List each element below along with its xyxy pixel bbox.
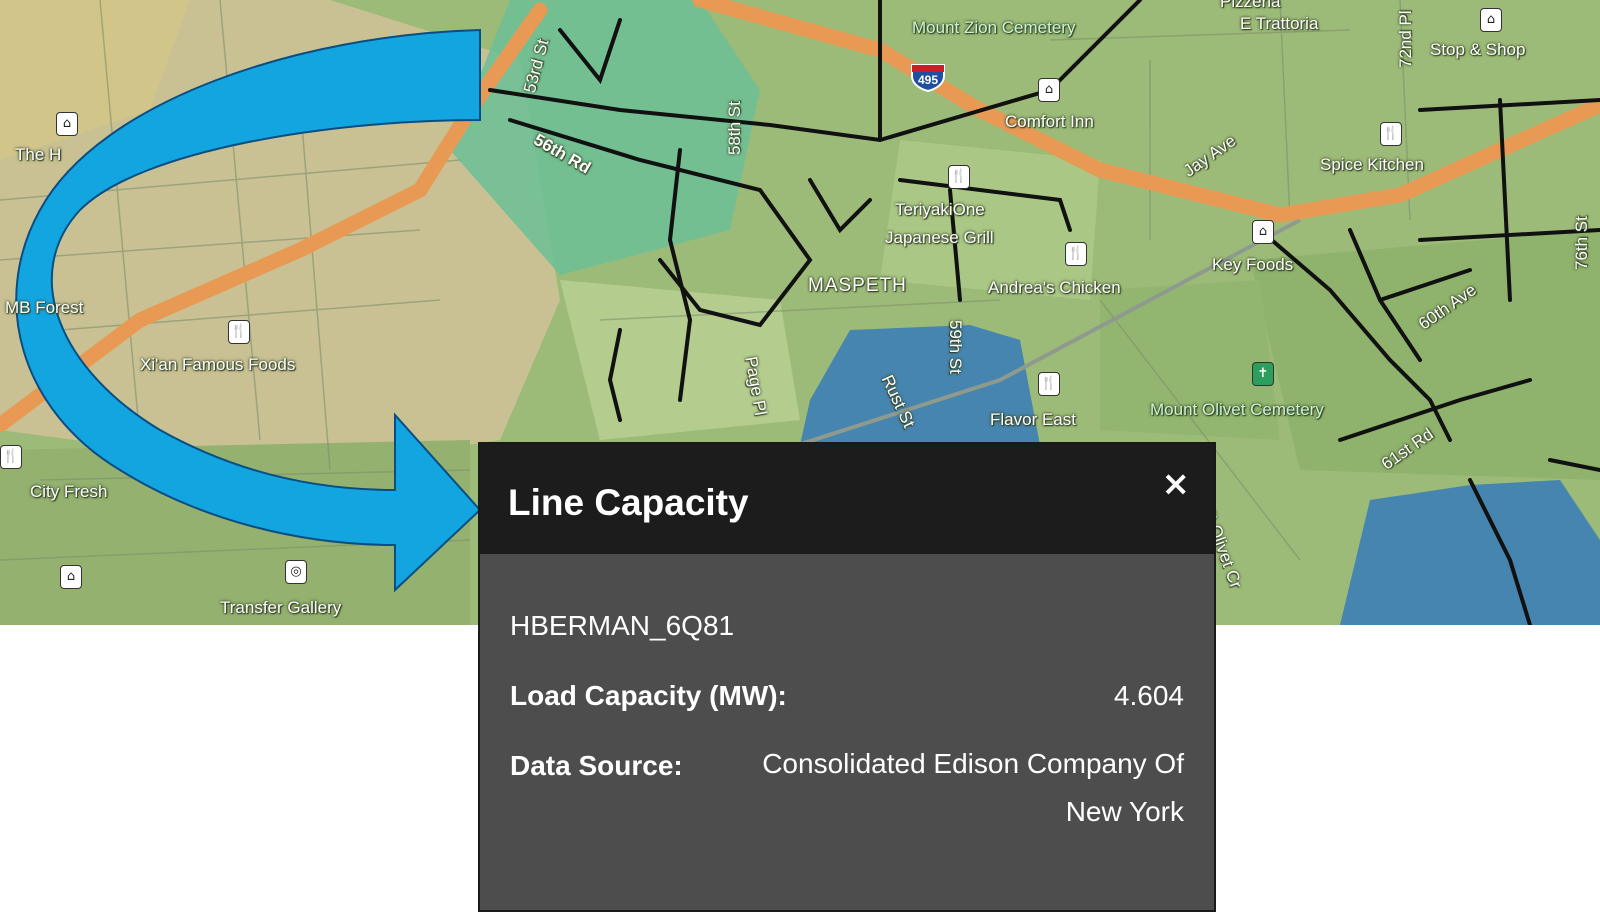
popup-header: Line Capacity ×: [480, 444, 1214, 554]
data-source-row: Data Source: Consolidated Edison Company…: [510, 748, 1184, 836]
map-label-store: Stop & Shop: [1430, 40, 1526, 59]
map-label-street: 72nd Pl: [1396, 10, 1415, 68]
hotel-icon[interactable]: ⌂: [1038, 78, 1060, 102]
interstate-number: 495: [918, 73, 939, 87]
load-capacity-value: 4.604: [1113, 680, 1184, 711]
map-label-place: The H: [15, 145, 62, 164]
map-label-cemetery: Mount Olivet Cemetery: [1150, 400, 1324, 419]
data-source-value: Consolidated Edison Company Of New York: [762, 748, 1184, 827]
interstate-shield-icon: 495: [910, 62, 946, 93]
map-label-restaurant: Xi'an Famous Foods: [140, 355, 296, 374]
map-label-restaurant: Andrea's Chicken: [988, 278, 1121, 297]
map-label-store: Key Foods: [1212, 255, 1294, 274]
map-label-place: MB Forest: [5, 298, 84, 317]
popup-body: HBERMAN_6Q81 Load Capacity (MW): 4.604 D…: [480, 610, 1214, 876]
map-label-street: 76th St: [1572, 216, 1591, 270]
map-label-store: City Fresh: [30, 482, 108, 501]
store-icon[interactable]: ⌂: [1252, 220, 1274, 244]
data-source-label: Data Source:: [510, 750, 683, 781]
map-label-restaurant: Flavor East: [990, 410, 1076, 429]
map-label-street: 58th St: [725, 101, 744, 155]
gallery-icon[interactable]: ◎: [285, 560, 307, 584]
map-label-neighborhood: MASPETH: [808, 275, 907, 296]
map-label-cemetery: Mount Zion Cemetery: [912, 18, 1076, 37]
restaurant-icon[interactable]: 🍴: [948, 165, 970, 189]
map-label-restaurant: TeriyakiOne: [895, 200, 985, 219]
load-capacity-label: Load Capacity (MW):: [510, 680, 787, 711]
map-label-trattoria: E Trattoria: [1240, 14, 1319, 33]
restaurant-icon[interactable]: 🍴: [1065, 242, 1087, 266]
store-icon[interactable]: ⌂: [60, 565, 82, 589]
close-icon[interactable]: ×: [1162, 464, 1191, 504]
popup-title: Line Capacity: [508, 482, 749, 523]
line-capacity-popup: Line Capacity × HBERMAN_6Q81 Load Capaci…: [478, 442, 1216, 912]
restaurant-icon[interactable]: 🍴: [1038, 372, 1060, 396]
hotel-icon[interactable]: ⌂: [56, 112, 78, 136]
restaurant-icon[interactable]: 🍴: [0, 445, 22, 469]
map-label-hotel: Comfort Inn: [1005, 112, 1094, 131]
map-label-street: 59th St: [946, 320, 965, 374]
restaurant-icon[interactable]: 🍴: [228, 320, 250, 344]
load-capacity-row: Load Capacity (MW): 4.604: [510, 680, 1184, 712]
map-label-restaurant: Pizzeria: [1220, 0, 1281, 11]
line-id: HBERMAN_6Q81: [510, 610, 735, 641]
map-label-restaurant: Spice Kitchen: [1320, 155, 1424, 174]
truncated-row: [510, 856, 1184, 876]
map-label-restaurant: Japanese Grill: [885, 228, 994, 247]
map-label-gallery: Transfer Gallery: [220, 598, 342, 617]
store-icon[interactable]: ⌂: [1480, 8, 1502, 32]
cemetery-icon[interactable]: ✝: [1252, 362, 1274, 386]
restaurant-icon[interactable]: 🍴: [1380, 122, 1402, 146]
